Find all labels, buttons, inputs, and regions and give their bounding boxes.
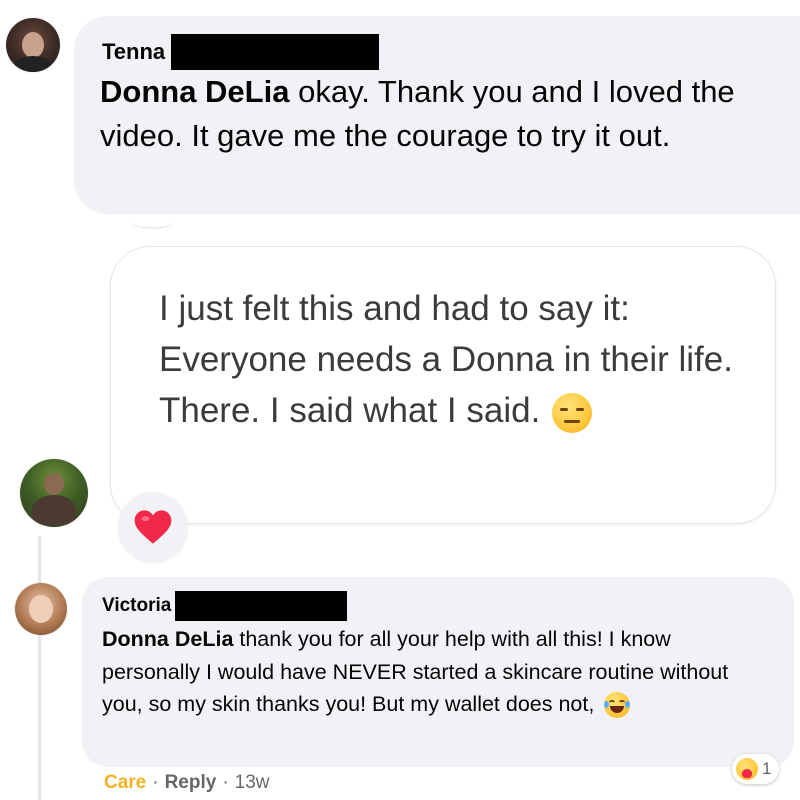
avatar-victoria[interactable]	[15, 583, 67, 635]
reply-link[interactable]: Reply	[165, 772, 217, 794]
heart-reaction-button[interactable]	[118, 492, 188, 562]
comment-author-name[interactable]: Tenna	[102, 39, 165, 65]
comment-bubble-tenna: Tenna Donna DeLia okay. Thank you and I …	[74, 16, 800, 214]
comment-text: Donna DeLia okay. Thank you and I loved …	[100, 74, 735, 153]
heart-icon	[134, 510, 172, 544]
comment-text: Donna DeLia thank you for all your help …	[102, 623, 774, 721]
reaction-count: 1	[762, 759, 772, 778]
thread-line	[38, 536, 41, 800]
separator-dot: ·	[222, 772, 229, 793]
avatar-commenter[interactable]	[20, 459, 88, 527]
comment-actions: Care · Reply · 13w	[104, 770, 270, 796]
shared-image-text: I just felt this and had to say it: Ever…	[159, 283, 739, 436]
avatar-tenna[interactable]	[6, 18, 60, 72]
expressionless-face-icon	[552, 392, 593, 433]
mention-link[interactable]: Donna DeLia	[100, 74, 289, 109]
shared-image-card[interactable]: I just felt this and had to say it: Ever…	[110, 246, 776, 524]
comment-author-name[interactable]: Victoria	[102, 595, 171, 617]
care-face-icon	[736, 758, 758, 780]
face-with-tears-of-joy-icon	[604, 692, 631, 719]
timestamp-link[interactable]: 13w	[235, 772, 270, 794]
separator-dot: ·	[152, 772, 159, 793]
comment-bubble-victoria: Victoria Donna DeLia thank you for all y…	[82, 577, 794, 767]
care-reaction-link[interactable]: Care	[104, 772, 146, 794]
redacted-surname	[175, 591, 348, 621]
mention-link[interactable]: Donna DeLia	[102, 627, 233, 651]
reaction-count-badge[interactable]: 1	[732, 754, 780, 784]
bubble-tail-shadow	[130, 213, 176, 229]
redacted-surname	[171, 34, 380, 70]
